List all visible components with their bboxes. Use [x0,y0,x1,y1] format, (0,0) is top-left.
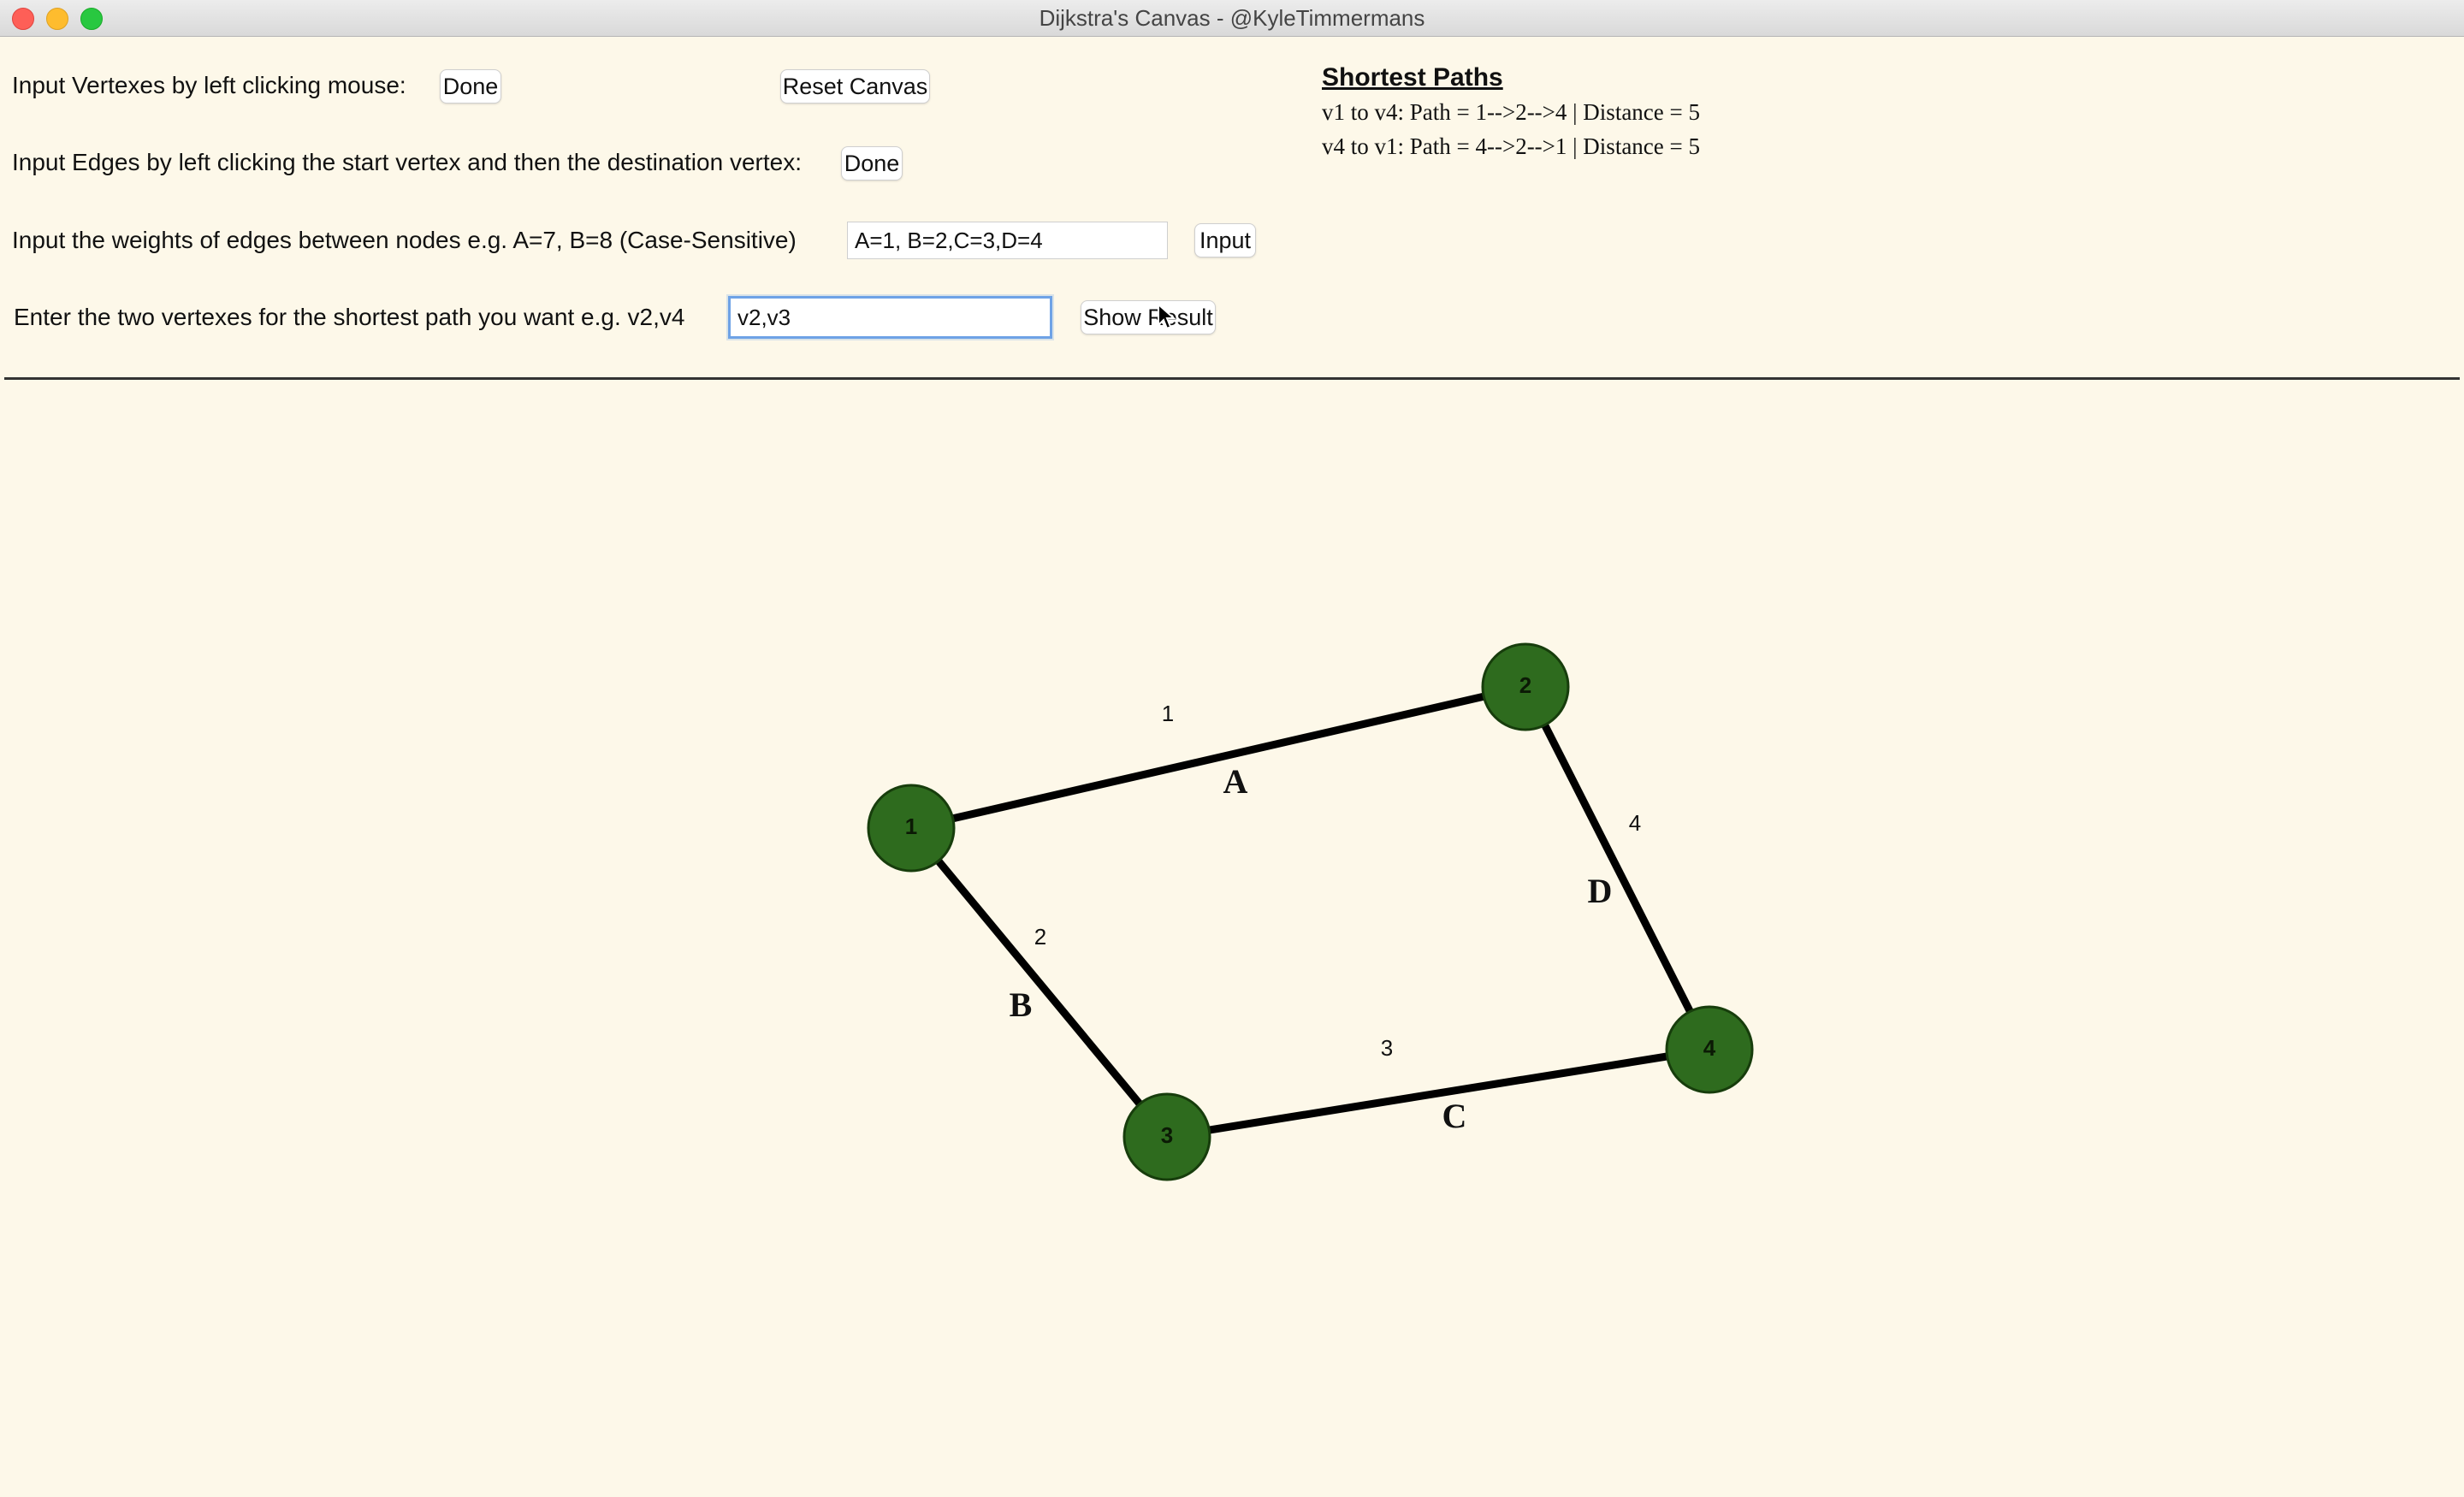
mouse-cursor-icon [1158,303,1176,330]
vertex-label: 2 [1519,672,1531,698]
edge-a [909,683,1527,832]
edge-name-label: A [1223,762,1248,801]
app-window: Dijkstra's Canvas - @KyleTimmermans Inpu… [0,0,2464,1497]
edge-d [1521,684,1714,1052]
edge-b [908,825,1170,1139]
edge-weight-label: 1 [1162,701,1174,726]
edge-name-label: C [1442,1097,1467,1135]
vertex-label: 4 [1703,1035,1716,1061]
edge-weight-label: 4 [1629,810,1641,836]
vertex-label: 1 [905,814,917,839]
edge-weight-label: 2 [1034,924,1046,950]
edge-name-label: D [1588,872,1613,910]
edge-name-label: B [1010,985,1033,1024]
graph-canvas[interactable]: 1 A 2 B 3 C 4 D 1 2 3 4 [0,0,2464,1497]
edge-weight-label: 3 [1381,1035,1393,1061]
edge-c [1166,1045,1710,1141]
vertex-label: 3 [1161,1122,1173,1148]
